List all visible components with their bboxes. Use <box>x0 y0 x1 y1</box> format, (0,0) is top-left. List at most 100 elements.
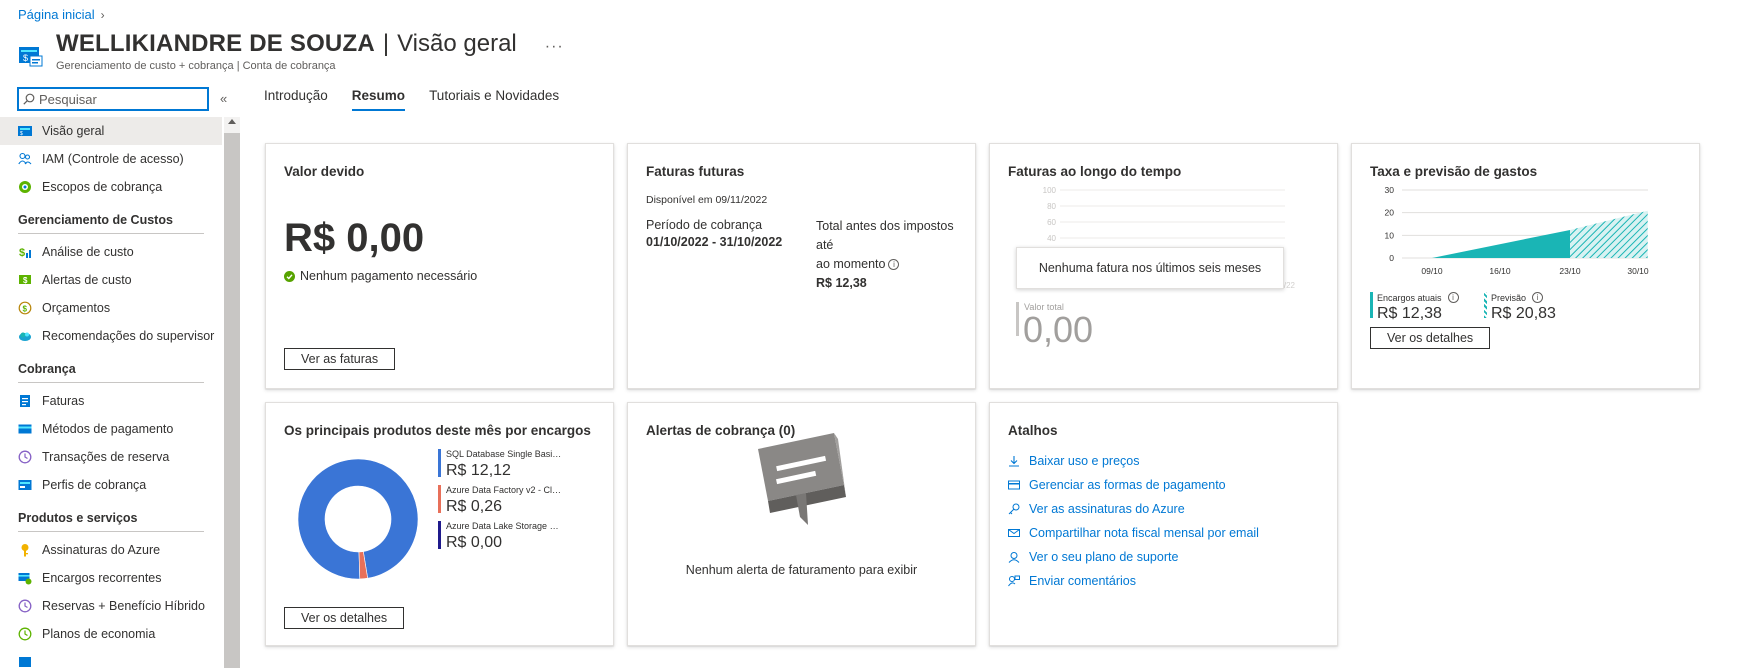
shortcut-download-usage[interactable]: Baixar uso e preços <box>1008 453 1259 468</box>
product-value: R$ 0,26 <box>446 498 503 515</box>
billing-account-icon: $ <box>19 47 43 67</box>
sidebar-scrollbar[interactable] <box>224 117 240 668</box>
info-icon[interactable]: i <box>1447 292 1459 303</box>
breadcrumb-home-link[interactable]: Página inicial <box>18 7 95 22</box>
shortcut-send-feedback[interactable]: Enviar comentários <box>1008 573 1259 588</box>
y-tick-label: 100 <box>1043 186 1057 195</box>
sidebar-item-cost-analysis[interactable]: $ Análise de custo <box>0 238 222 266</box>
card-title: Valor devido <box>284 164 365 179</box>
view-invoices-button[interactable]: Ver as faturas <box>284 348 396 370</box>
sidebar-item-recurring-charges[interactable]: Encargos recorrentes <box>0 564 222 592</box>
scroll-up-icon[interactable] <box>228 119 236 124</box>
forecast-chart: 30 20 10 0 09/10 16/10 23/10 30/10 <box>1385 185 1649 276</box>
sidebar-item-label: Encargos recorrentes <box>42 571 162 585</box>
shortcut-label: Ver as assinaturas do Azure <box>1029 501 1185 516</box>
sidebar-item-advisor[interactable]: Recomendações do supervisor <box>0 322 222 350</box>
sidebar-item-billing-profiles[interactable]: Perfis de cobrança <box>0 471 222 499</box>
card-upcoming-invoices: Faturas futuras Disponível em 09/11/2022… <box>627 143 976 389</box>
sidebar-item-billing-scopes[interactable]: Escopos de cobrança <box>0 173 222 201</box>
feedback-icon <box>1008 575 1020 586</box>
download-icon <box>1009 455 1019 467</box>
sidebar-item-label: Métodos de pagamento <box>42 422 174 436</box>
sidebar-item-label: Escopos de cobrança <box>42 180 163 194</box>
card-top-products: Os principais produtos deste mês por enc… <box>265 402 614 646</box>
more-options-icon[interactable]: ··· <box>545 38 564 56</box>
sidebar-item-payment-methods[interactable]: Métodos de pagamento <box>0 415 222 443</box>
scrollbar-thumb[interactable] <box>224 133 240 668</box>
legend-label-current: Encargos atuais i <box>1377 292 1459 303</box>
sidebar-item-cost-alerts[interactable]: $ Alertas de custo <box>0 266 222 294</box>
page-name: Visão geral <box>397 30 517 57</box>
sidebar-item-label: Recomendações do supervisor <box>42 329 215 343</box>
shortcut-support-plan[interactable]: Ver o seu plano de suporte <box>1008 549 1259 564</box>
y-tick-label: 60 <box>1047 218 1056 227</box>
view-details-button[interactable]: Ver os detalhes <box>1370 327 1491 349</box>
scope-icon <box>18 180 32 194</box>
billing-period-label: Período de cobrança <box>646 218 763 232</box>
tab-resumo[interactable]: Resumo <box>351 88 406 111</box>
product-name: Azure Data Lake Storage Gen2 ... <box>446 521 564 531</box>
y-tick-label: 30 <box>1385 185 1395 195</box>
y-tick-label: 20 <box>1385 208 1395 218</box>
shortcut-payment-methods[interactable]: Gerenciar as formas de pagamento <box>1008 477 1259 492</box>
tab-introducao[interactable]: Introdução <box>264 88 328 111</box>
sidebar-item-invoices[interactable]: Faturas <box>0 387 222 415</box>
x-tick-label: 16/10 <box>1489 266 1511 276</box>
key-icon <box>1008 503 1020 514</box>
total-value: R$ 12,38 <box>816 276 867 290</box>
product-value: R$ 12,12 <box>446 462 511 479</box>
mail-icon <box>1008 528 1020 537</box>
nav-section-billing: Cobrança <box>18 362 204 383</box>
info-icon[interactable]: i <box>1532 292 1544 303</box>
no-invoices-tooltip: Nenhuma fatura nos últimos seis meses <box>1016 247 1284 289</box>
card-title: Faturas ao longo do tempo <box>1008 164 1182 179</box>
empty-alerts-illustration <box>758 433 846 525</box>
info-icon[interactable]: i <box>888 259 900 271</box>
no-alerts-message: Nenhum alerta de faturamento para exibir <box>685 563 918 577</box>
search-icon <box>23 93 35 105</box>
sidebar-item-budgets[interactable]: $ Orçamentos <box>0 294 222 322</box>
sidebar-item-partial[interactable] <box>0 648 222 668</box>
sidebar-item-reservation-transactions[interactable]: Transações de reserva <box>0 443 222 471</box>
nav-section-cost-management: Gerenciamento de Custos <box>18 213 204 234</box>
savings-icon <box>18 627 32 641</box>
sidebar-item-savings-plans[interactable]: Planos de economia <box>0 620 222 648</box>
view-details-button[interactable]: Ver os detalhes <box>284 607 405 629</box>
check-circle-icon <box>284 270 295 282</box>
product-name: Azure Data Factory v2 - Cloud <box>446 485 564 495</box>
sidebar-item-label: Perfis de cobrança <box>42 478 147 492</box>
nav-section-products-services: Produtos e serviços <box>18 511 204 532</box>
total-value-amount: 0,00 <box>1023 309 1094 350</box>
y-tick-label: 10 <box>1385 230 1395 240</box>
shortcut-label: Gerenciar as formas de pagamento <box>1029 477 1226 492</box>
invoice-icon <box>18 394 32 408</box>
budget-icon: $ <box>18 301 32 315</box>
key-icon <box>18 543 32 557</box>
overview-icon: $ <box>18 124 32 138</box>
card-title: Atalhos <box>1008 423 1058 438</box>
svg-text:$: $ <box>23 53 28 63</box>
shortcut-azure-subscriptions[interactable]: Ver as assinaturas do Azure <box>1008 501 1259 516</box>
sidebar-item-azure-subscriptions[interactable]: Assinaturas do Azure <box>0 536 222 564</box>
search-input[interactable] <box>39 91 199 107</box>
collapse-sidebar-icon[interactable]: « <box>220 91 227 106</box>
total-label-line1: Total antes dos impostos até <box>816 219 954 252</box>
search-box[interactable] <box>17 87 209 111</box>
page-title: WELLIKIANDRE DE SOUZA | Visão geral ··· <box>56 30 564 58</box>
shortcut-share-invoice-email[interactable]: Compartilhar nota fiscal mensal por emai… <box>1008 525 1259 540</box>
x-tick-label: 23/10 <box>1559 266 1581 276</box>
chevron-right-icon: › <box>100 7 105 22</box>
sidebar-item-reservations[interactable]: Reservas + Benefício Híbrido <box>0 592 222 620</box>
svg-text:$: $ <box>23 276 28 285</box>
sidebar-item-overview[interactable]: $ Visão geral <box>0 117 222 145</box>
card-title: Os principais produtos deste mês por enc… <box>284 423 591 438</box>
card-icon <box>1008 480 1020 489</box>
cost-alert-icon: $ <box>18 273 32 287</box>
card-spending-forecast: Taxa e previsão de gastos 30 20 10 0 09/10 16… <box>1351 143 1700 389</box>
reservation-icon <box>18 599 32 613</box>
shortcut-label: Ver o seu plano de suporte <box>1029 549 1179 564</box>
tab-tutoriais[interactable]: Tutoriais e Novidades <box>429 88 559 111</box>
legend-label-forecast: Previsão i <box>1491 292 1556 303</box>
sidebar-item-iam[interactable]: IAM (Controle de acesso) <box>0 145 222 173</box>
amount-due-value: R$ 0,00 <box>284 216 425 260</box>
